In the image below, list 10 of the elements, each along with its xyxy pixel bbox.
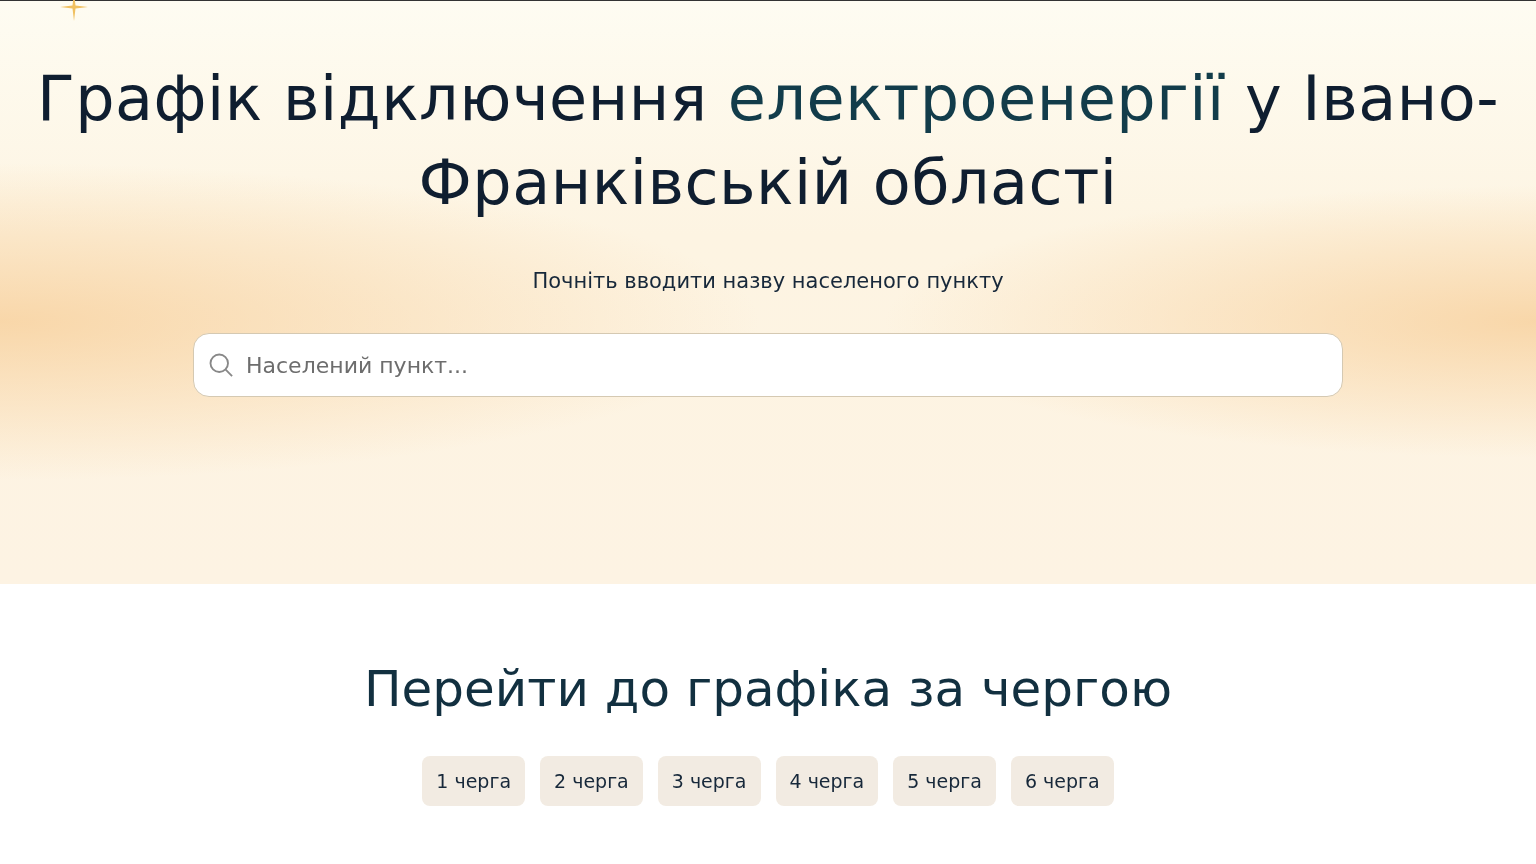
queue-button[interactable]: 6 черга xyxy=(1010,756,1114,806)
search-hint: Почніть вводити назву населеного пункту xyxy=(532,269,1004,293)
queue-button[interactable]: 5 черга xyxy=(893,756,996,806)
section-heading: Перейти до графіка за чергою xyxy=(363,660,1173,718)
queue-button[interactable]: 2 черга xyxy=(540,756,643,806)
search-field[interactable]: Населений пункт... xyxy=(193,333,1343,397)
queue-button[interactable]: 1 черга xyxy=(422,756,526,806)
page-title: Графік відключення електроенергії у Івано-Франківській області xyxy=(35,61,1501,221)
queue-button[interactable]: 4 черга xyxy=(775,756,879,806)
queue-button[interactable]: 3 черга xyxy=(657,756,761,806)
